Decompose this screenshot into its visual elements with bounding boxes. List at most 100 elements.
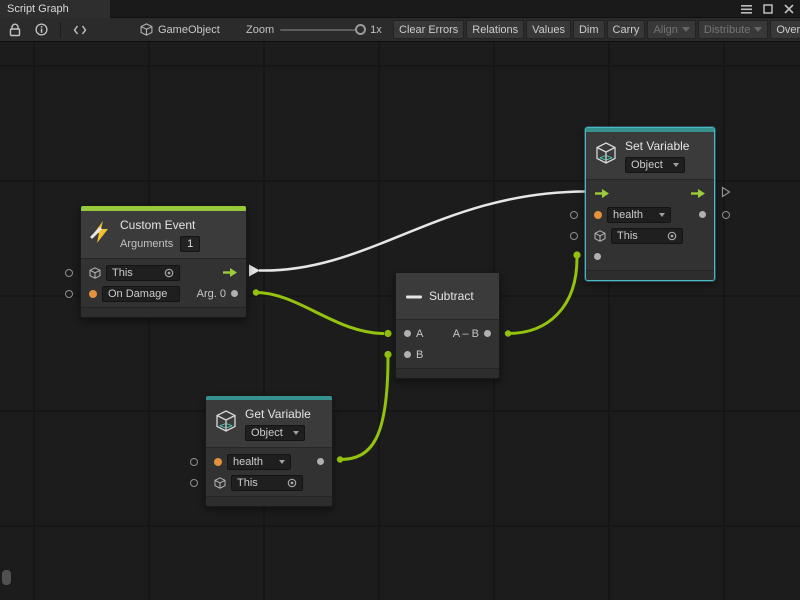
chevron-down-icon	[682, 27, 690, 32]
relations-button[interactable]: Relations	[466, 20, 524, 39]
chevron-down-icon	[659, 213, 665, 217]
object-picker-icon	[667, 231, 677, 241]
arguments-label: Arguments	[120, 238, 173, 250]
dim-button[interactable]: Dim	[573, 20, 605, 39]
arg0-label: Arg. 0	[197, 288, 226, 300]
toolbar-separator	[60, 22, 61, 38]
input-b-port-dot[interactable]	[404, 351, 411, 358]
value-in-port-dot[interactable]	[594, 253, 601, 260]
variable-port-dot[interactable]	[89, 290, 97, 298]
value-in-port-connected[interactable]	[384, 330, 391, 337]
node-get-variable[interactable]: <> Get Variable Object health	[205, 395, 333, 507]
event-name-field[interactable]: On Damage	[102, 286, 180, 302]
graph-target[interactable]: GameObject	[140, 18, 220, 41]
flow-out-arrow-icon[interactable]	[222, 267, 238, 278]
svg-text:<>: <>	[219, 422, 233, 432]
output-label: A – B	[453, 328, 479, 340]
flow-out-port[interactable]	[721, 185, 731, 203]
variable-port-dot[interactable]	[214, 458, 222, 466]
node-footer	[586, 270, 714, 280]
variable-port-dot[interactable]	[594, 211, 602, 219]
target-in-port[interactable]	[190, 479, 198, 487]
value-out-port-dot[interactable]	[317, 458, 324, 465]
lock-icon	[9, 23, 21, 37]
flow-in-arrow-icon[interactable]	[594, 188, 610, 199]
tab-script-graph[interactable]: Script Graph	[0, 0, 110, 18]
node-footer	[81, 307, 246, 317]
arguments-input[interactable]: 1	[180, 236, 200, 252]
graph-target-label: GameObject	[158, 24, 220, 36]
wire-arg-to-a[interactable]	[256, 293, 384, 334]
info-icon	[35, 23, 48, 36]
target-picker[interactable]: This	[611, 228, 683, 244]
input-a-port-dot[interactable]	[404, 330, 411, 337]
menu-icon[interactable]	[741, 5, 752, 14]
target-picker[interactable]: This	[231, 475, 303, 491]
value-out-port[interactable]	[722, 211, 730, 219]
zoom-value: 1x	[370, 24, 382, 36]
wire-sub-to-set[interactable]	[508, 258, 577, 334]
carry-button[interactable]: Carry	[607, 20, 646, 39]
value-in-port-connected[interactable]	[384, 351, 391, 358]
node-set-variable[interactable]: <> Set Variable Object	[585, 127, 715, 281]
event-name-value: On Damage	[108, 288, 167, 300]
distribute-button: Distribute	[698, 20, 768, 39]
window-tab-bar: Script Graph	[0, 0, 800, 18]
target-in-port[interactable]	[65, 269, 73, 277]
clear-errors-button[interactable]: Clear Errors	[393, 20, 464, 39]
event-name-in-port[interactable]	[65, 290, 73, 298]
tab-title: Script Graph	[7, 3, 69, 15]
object-picker-icon	[287, 478, 297, 488]
lightning-icon	[89, 220, 113, 249]
flow-out-arrow-icon[interactable]	[690, 188, 706, 199]
lock-button[interactable]	[4, 21, 26, 39]
flow-out-port-connected[interactable]	[249, 265, 260, 277]
edit-graph-button[interactable]	[69, 21, 91, 39]
input-a-label: A	[416, 328, 423, 340]
node-title: Set Variable	[625, 138, 689, 154]
scrollbar-thumb[interactable]	[2, 570, 11, 585]
zoom-slider[interactable]	[280, 29, 364, 31]
variable-name-dropdown[interactable]: health	[607, 207, 671, 223]
node-subtract[interactable]: Subtract A A – B B	[395, 272, 500, 379]
node-custom-event[interactable]: Custom Event Arguments 1 This	[80, 205, 247, 318]
variable-name-value: health	[613, 209, 643, 221]
align-label: Align	[653, 24, 677, 36]
inspect-button[interactable]	[30, 21, 52, 39]
cube-code-icon: <>	[214, 409, 238, 438]
minus-icon	[406, 287, 422, 305]
variable-name-in-port[interactable]	[190, 458, 198, 466]
variable-name-dropdown[interactable]: health	[227, 454, 291, 470]
target-in-port[interactable]	[570, 232, 578, 240]
output-port-dot[interactable]	[484, 330, 491, 337]
value-in-port-connected[interactable]	[573, 251, 580, 258]
zoom-control: Zoom 1x	[246, 18, 382, 41]
target-picker-value: This	[617, 230, 638, 242]
maximize-icon[interactable]	[763, 4, 773, 14]
close-icon[interactable]	[784, 4, 794, 14]
gameobject-icon	[140, 23, 153, 36]
variable-name-in-port[interactable]	[570, 211, 578, 219]
window-controls	[741, 0, 794, 18]
wire-get-to-b[interactable]	[340, 357, 388, 460]
variable-name-value: health	[233, 456, 263, 468]
variable-scope-dropdown[interactable]: Object	[625, 157, 685, 173]
overview-button[interactable]: Overview	[770, 20, 800, 39]
cube-icon	[89, 267, 101, 279]
node-title: Custom Event	[120, 217, 200, 233]
input-b-label: B	[416, 349, 423, 361]
target-picker[interactable]: This	[106, 265, 180, 281]
graph-canvas[interactable]: Custom Event Arguments 1 This	[0, 42, 800, 600]
wire-flow[interactable]	[259, 192, 585, 271]
values-button[interactable]: Values	[526, 20, 571, 39]
value-out-port-dot[interactable]	[699, 211, 706, 218]
chevron-down-icon	[754, 27, 762, 32]
node-footer	[396, 368, 499, 378]
arg0-out-port-dot[interactable]	[231, 290, 238, 297]
distribute-label: Distribute	[704, 24, 750, 36]
cube-icon	[594, 230, 606, 242]
variable-scope-dropdown[interactable]: Object	[245, 425, 305, 441]
zoom-slider-handle[interactable]	[355, 24, 366, 35]
script-graph-window: Script Graph	[0, 0, 800, 600]
toolbar-buttons: Clear Errors Relations Values Dim Carry …	[393, 20, 800, 39]
